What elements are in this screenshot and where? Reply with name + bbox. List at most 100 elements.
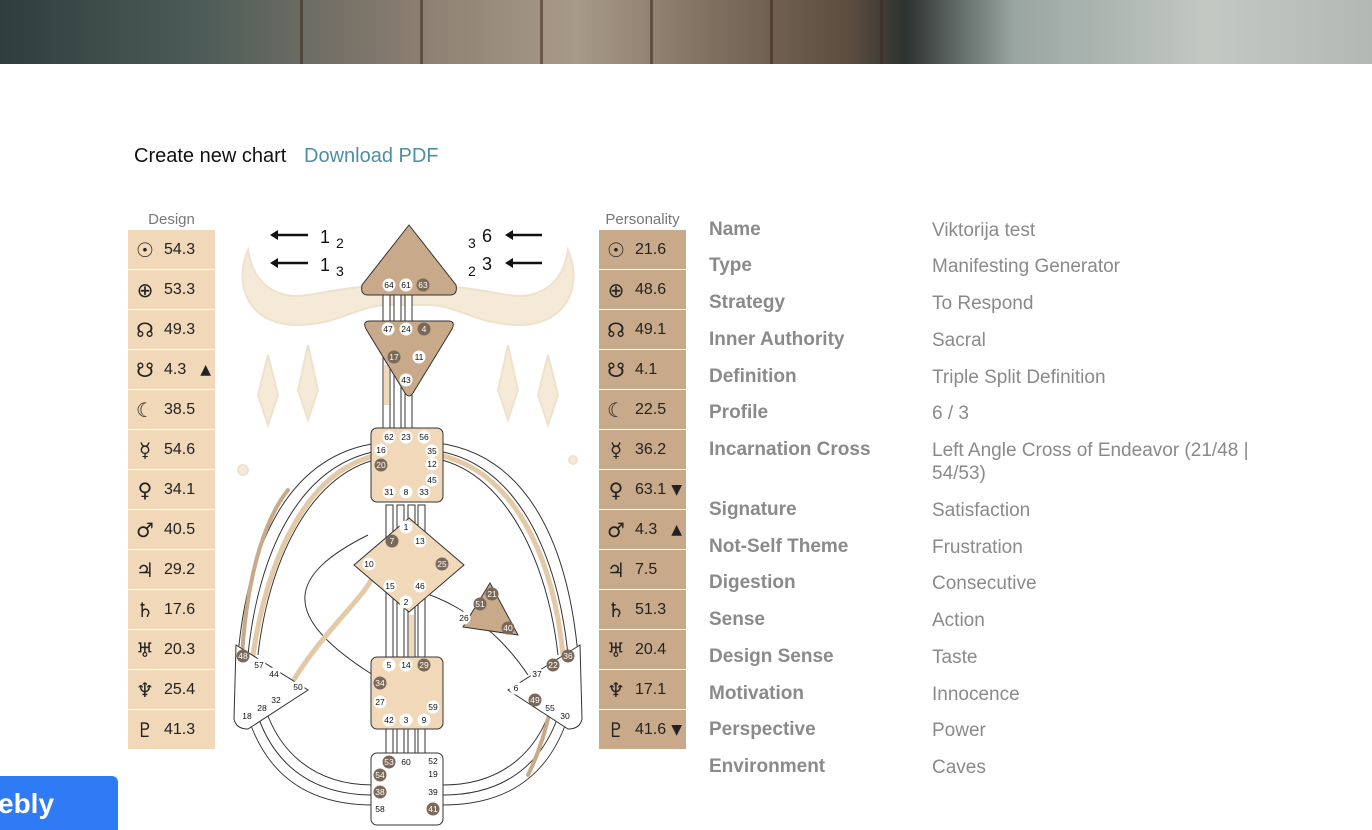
variable-left-bottom-big: 1 — [320, 255, 330, 275]
gate-line-value: 4.3 — [635, 520, 658, 538]
gate-line-value: 63.1 — [635, 480, 667, 498]
personality-row-neptune: ♆ 17.1 — [599, 670, 686, 709]
design-row-south-node: ☋ 4.3 ▲ — [128, 350, 215, 389]
gate-17-label: 17 — [389, 352, 399, 362]
property-value: Viktorija test — [932, 220, 1036, 241]
variable-right-top-big: 6 — [482, 226, 492, 246]
gate-1-label: 1 — [404, 522, 409, 532]
gate-29-label: 29 — [419, 660, 429, 670]
gate-61-label: 61 — [401, 280, 411, 290]
gate-35-label: 35 — [427, 446, 437, 456]
property-strategy: Strategy To Respond — [709, 292, 1277, 315]
saturn-icon: ♄ — [607, 597, 625, 622]
gate-5-label: 5 — [387, 660, 392, 670]
property-value: Left Angle Cross of Endeavor (21/48 | 54… — [932, 440, 1249, 484]
moon-icon: ☾ — [136, 397, 154, 422]
gate-47-label: 47 — [383, 324, 393, 334]
property-design-sense: Design Sense Taste — [709, 646, 1277, 669]
gate-64-label: 64 — [384, 280, 394, 290]
gate-13-label: 13 — [415, 536, 425, 546]
gate-56-label: 56 — [419, 432, 429, 442]
gate-62-label: 62 — [384, 432, 394, 442]
download-pdf-link[interactable]: Download PDF — [304, 145, 439, 168]
property-profile: Profile 6 / 3 — [709, 402, 1277, 425]
gate-52-label: 52 — [428, 756, 438, 766]
gate-line-value: 51.3 — [635, 600, 667, 618]
variable-left-top-small: 2 — [336, 235, 344, 251]
gate-44-label: 44 — [269, 669, 279, 679]
gate-42-label: 42 — [384, 715, 394, 725]
personality-row-south-node: ☋ 4.1 — [599, 350, 686, 389]
property-label: Profile — [709, 402, 769, 423]
property-value: Satisfaction — [932, 500, 1031, 521]
weebly-badge[interactable]: ebly — [0, 776, 118, 830]
north-node-icon: ☊ — [607, 317, 625, 342]
gate-line-value: 48.6 — [635, 280, 667, 298]
gate-line-value: 36.2 — [635, 440, 667, 458]
gate-34-label: 34 — [375, 678, 385, 688]
gate-21-label: 21 — [487, 589, 497, 599]
design-row-sun: ☉ 54.3 — [128, 230, 215, 269]
gate-10-label: 10 — [364, 559, 374, 569]
gate-45-label: 45 — [427, 475, 437, 485]
property-sense: Sense Action — [709, 609, 1277, 632]
personality-row-earth: ⊕ 48.6 — [599, 270, 686, 309]
gate-25-label: 25 — [437, 559, 447, 569]
gate-14-label: 14 — [401, 660, 411, 670]
gate-9-label: 9 — [422, 715, 427, 725]
saturn-icon: ♄ — [136, 597, 154, 622]
gate-line-value: 22.5 — [635, 400, 667, 418]
personality-heading: Personality — [605, 211, 680, 228]
gate-28-label: 28 — [257, 703, 267, 713]
gate-line-value: 41.6 — [635, 720, 667, 738]
gate-line-value: 20.4 — [635, 640, 667, 658]
gate-line-value: 21.6 — [635, 240, 667, 258]
gate-8-label: 8 — [404, 487, 409, 497]
gate-line-value: 54.6 — [164, 440, 196, 458]
sun-icon: ☉ — [607, 237, 625, 262]
property-value: Power — [932, 720, 986, 741]
gate-60-label: 60 — [401, 757, 411, 767]
personality-row-moon: ☾ 22.5 — [599, 390, 686, 429]
gate-line-value: 54.3 — [164, 240, 196, 258]
gate-line-value: 53.3 — [164, 280, 196, 298]
gate-15-label: 15 — [385, 581, 395, 591]
property-label: Strategy — [709, 292, 786, 313]
gate-51-label: 51 — [475, 599, 485, 609]
property-label: Environment — [709, 756, 826, 777]
design-row-moon: ☾ 38.5 — [128, 390, 215, 429]
pluto-icon: ♇ — [607, 717, 625, 742]
property-type: Type Manifesting Generator — [709, 255, 1277, 278]
property-value: Sacral — [932, 330, 986, 351]
design-heading: Design — [148, 211, 195, 228]
north-node-icon: ☊ — [136, 317, 154, 342]
property-label: Type — [709, 255, 752, 276]
create-new-chart-link[interactable]: Create new chart — [134, 145, 286, 168]
variable-right-bottom-small: 2 — [468, 263, 476, 279]
gate-line-value: 7.5 — [635, 560, 658, 578]
moon-icon: ☾ — [607, 397, 625, 422]
gate-55-label: 55 — [545, 703, 555, 713]
gate-line-value: 4.3 — [164, 360, 187, 378]
property-motivation: Motivation Innocence — [709, 683, 1277, 706]
gate-46-label: 46 — [415, 581, 425, 591]
jupiter-icon: ♃ — [136, 557, 154, 582]
gate-18-label: 18 — [242, 711, 252, 721]
venus-icon: ♀ — [137, 477, 153, 502]
gate-12-label: 12 — [427, 459, 437, 469]
gate-16-label: 16 — [376, 445, 386, 455]
property-label: Perspective — [709, 719, 816, 740]
gate-59-label: 59 — [428, 702, 438, 712]
property-value: Innocence — [932, 684, 1020, 705]
variable-right-bottom-big: 3 — [482, 254, 492, 274]
gate-line-value: 49.3 — [164, 320, 196, 338]
gate-line-value: 29.2 — [164, 560, 196, 578]
gate-36-label: 36 — [563, 651, 573, 661]
exalted-arrow-icon: ▲ — [671, 521, 682, 538]
variable-left-bottom-small: 3 — [336, 263, 344, 279]
personality-row-north-node: ☊ 49.1 — [599, 310, 686, 349]
design-row-uranus: ♅ 20.3 — [128, 630, 215, 669]
design-row-north-node: ☊ 49.3 — [128, 310, 215, 349]
exalted-arrow-icon: ▲ — [200, 361, 211, 378]
property-label: Definition — [709, 366, 797, 387]
